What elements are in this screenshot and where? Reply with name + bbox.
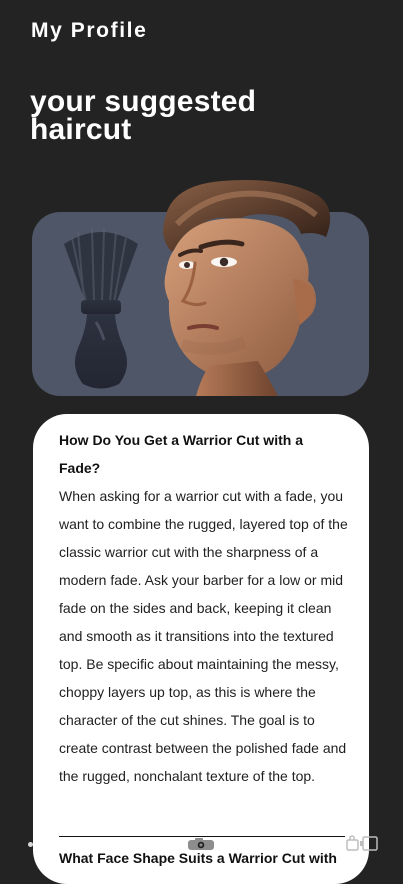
- nav-dot: [28, 842, 33, 847]
- page-title: My Profile: [31, 19, 148, 42]
- haircut-info-card: How Do You Get a Warrior Cut with a Fade…: [33, 414, 369, 884]
- haircut-portrait: [163, 180, 331, 396]
- section-body: When asking for a warrior cut with a fad…: [59, 488, 348, 784]
- shaving-brush-icon: [64, 227, 138, 389]
- device-icons: [346, 835, 378, 851]
- section-title: How Do You Get a Warrior Cut with a Fade…: [59, 432, 303, 476]
- camera-icon[interactable]: [187, 837, 215, 851]
- suggested-haircut-heading: your suggested haircut: [30, 85, 257, 146]
